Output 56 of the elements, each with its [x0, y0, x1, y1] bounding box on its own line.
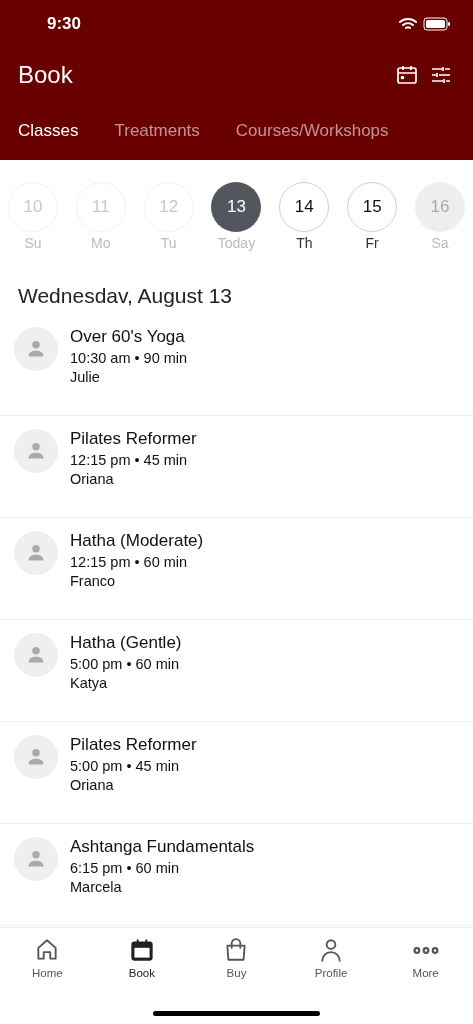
tab[interactable]: Classes	[18, 121, 79, 141]
class-row[interactable]: Ashtanga Fundamentals 6:15 pm • 60 min Marcela	[0, 824, 473, 926]
class-time: 5:00 pm • 45 min	[70, 758, 181, 774]
calendar-icon	[128, 937, 155, 963]
nav-tab[interactable]: Buy	[196, 936, 277, 980]
avatar-icon	[14, 531, 58, 575]
class-row[interactable]: Hatha (Gentle) 5:00 pm • 60 min Katya	[0, 620, 473, 722]
more-icon	[412, 947, 439, 954]
page-title: Book	[18, 61, 73, 89]
day-button[interactable]: 13	[211, 182, 262, 232]
class-time: 10:30 am • 90 min	[70, 350, 188, 366]
class-time: 5:00 pm • 60 min	[70, 656, 181, 672]
class-name: Pilates Reformer	[70, 735, 197, 755]
avatar-icon	[14, 429, 58, 473]
class-row[interactable]: Pilates Reformer 5:00 pm • 45 min Oriana	[0, 722, 473, 824]
class-row[interactable]: Hatha (Moderate) 12:15 pm • 60 min Franco	[0, 518, 473, 620]
class-name: Hatha (Moderate)	[70, 531, 204, 551]
instructor-name: Franco	[70, 573, 117, 589]
avatar-icon	[14, 837, 58, 881]
tab[interactable]: Courses/Workshops	[235, 121, 389, 141]
instructor-name: Katya	[70, 675, 109, 691]
day-label: Th	[296, 235, 313, 251]
day-label: Sa	[431, 235, 449, 251]
avatar-icon	[14, 633, 58, 677]
class-time: 6:15 pm • 60 min	[70, 860, 181, 876]
avatar-icon	[14, 327, 58, 371]
class-name: Ashtanga Fundamentals	[70, 837, 255, 857]
instructor-name: Oriana	[70, 471, 115, 487]
status-time: 9:30	[47, 14, 82, 34]
calendar-icon[interactable]	[395, 63, 419, 87]
day-label: Today	[217, 235, 256, 251]
battery-icon	[423, 17, 451, 31]
instructor-name: Julie	[70, 369, 101, 385]
avatar-icon	[14, 735, 58, 779]
instructor-name: Marcela	[70, 879, 123, 895]
date-heading: Wednesdav, August 13	[17, 283, 234, 309]
instructor-name: Oriana	[70, 777, 115, 793]
day-button[interactable]: 15	[347, 182, 398, 232]
class-time: 12:15 pm • 60 min	[70, 554, 189, 570]
class-row[interactable]: Over 60's Yoga 10:30 am • 90 min Julie	[0, 314, 473, 416]
day-label: Mo	[91, 235, 111, 251]
wifi-icon	[399, 17, 417, 31]
class-time: 12:15 pm • 45 min	[70, 452, 189, 468]
day-label: Fr	[365, 235, 379, 251]
tab[interactable]: Treatments	[114, 121, 200, 141]
class-row[interactable]: Pilates Reformer 12:15 pm • 45 min Oriana	[0, 416, 473, 518]
nav-tab[interactable]: More	[385, 936, 466, 980]
class-name: Pilates Reformer	[70, 429, 197, 449]
class-name: Hatha (Gentle)	[70, 633, 182, 653]
day-label: Su	[24, 235, 42, 251]
nav-tab[interactable]: Book	[101, 936, 182, 980]
day-label: Tu	[160, 235, 177, 251]
class-name: Over 60's Yoga	[70, 327, 186, 347]
nav-tab[interactable]: Home	[7, 936, 88, 980]
day-button[interactable]: 14	[279, 182, 330, 232]
nav-tab[interactable]: Profile	[291, 936, 372, 980]
